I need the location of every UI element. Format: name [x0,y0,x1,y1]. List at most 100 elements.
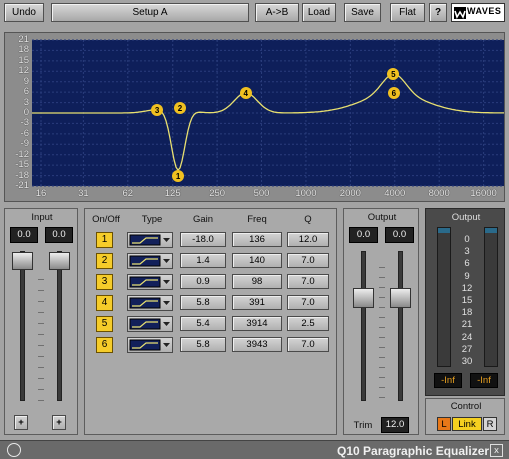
trim-label: Trim [353,420,373,431]
input-right-plus-button[interactable]: + [52,415,66,430]
graph-y-tick: -15 [15,159,29,171]
band-2-gain-field[interactable]: 1.4 [180,253,226,268]
band-5-gain-field[interactable]: 5.4 [180,316,226,331]
input-left-plus-button[interactable]: + [14,415,28,430]
band-4-freq-field[interactable]: 391 [232,295,282,310]
output-right-track [398,251,403,401]
band-6-freq-field[interactable]: 3943 [232,337,282,352]
flat-button[interactable]: Flat [390,3,425,22]
setup-name-button[interactable]: Setup A [51,3,249,22]
band-marker-2[interactable]: 2 [173,102,186,115]
fader-scale-tick [379,347,385,348]
band-marker-4[interactable]: 4 [239,86,252,99]
band-6-q-field[interactable]: 7.0 [287,337,329,352]
control-link-button[interactable]: Link [452,417,482,431]
fader-scale-tick [38,279,44,280]
graph-y-tick: 6 [23,86,29,98]
meter-scale-label: 27 [461,343,473,355]
clip-led-right[interactable] [485,228,497,233]
band-1-q-field[interactable]: 12.0 [287,232,329,247]
band-panel: On/Off Type Gain Freq Q 1 -18.0 136 12.0 2 1.… [84,208,337,435]
output-left-track [361,251,366,401]
band-5-freq-field[interactable]: 3914 [232,316,282,331]
input-title: Input [31,212,53,223]
graph-x-tick: 1000 [295,188,317,199]
band-1-gain-field[interactable]: -18.0 [180,232,226,247]
band-marker-6[interactable]: 6 [387,86,400,99]
fader-scale-tick [38,312,44,313]
help-button[interactable]: ? [429,3,447,22]
input-panel: Input 0.0 0.0 + + [4,208,78,435]
fader-scale-tick [379,377,385,378]
fader-scale-tick [38,367,44,368]
input-left-value[interactable]: 0.0 [10,227,38,243]
input-right-fader[interactable] [49,252,70,270]
band-4-q-field[interactable]: 7.0 [287,295,329,310]
save-button[interactable]: Save [344,3,381,22]
peak-readout-left[interactable]: -Inf [434,373,462,388]
fader-scale-tick [379,267,385,268]
graph-y-tick: -3 [20,117,29,129]
band-2-onoff-button[interactable]: 2 [96,253,113,269]
graph-y-tick: -9 [20,138,29,150]
band-1-type-select[interactable] [127,232,173,248]
fader-scale-tick [379,337,385,338]
control-title: Control [450,401,482,412]
graph-x-tick: 62 [122,188,134,199]
band-4-onoff-button[interactable]: 4 [96,295,113,311]
ab-compare-button[interactable]: A->B [255,3,299,22]
peak-readout-right[interactable]: -Inf [470,373,498,388]
band-2-freq-field[interactable]: 140 [232,253,282,268]
graph-x-tick: 16 [35,188,47,199]
control-right-button[interactable]: R [483,417,497,431]
control-left-button[interactable]: L [437,417,451,431]
load-button[interactable]: Load [302,3,336,22]
band-1-onoff-button[interactable]: 1 [96,232,113,248]
input-right-value[interactable]: 0.0 [45,227,73,243]
waves-mark-icon [7,443,21,457]
band-4-gain-field[interactable]: 5.8 [180,295,226,310]
band-3-gain-field[interactable]: 0.9 [180,274,226,289]
band-marker-3[interactable]: 3 [151,103,164,116]
clip-led-left[interactable] [438,228,450,233]
fader-scale-tick [379,397,385,398]
meter-scale-label: 6 [464,258,470,270]
band-4-type-select[interactable] [127,295,173,311]
fader-scale-tick [38,334,44,335]
band-marker-1[interactable]: 1 [172,169,185,182]
graph-y-tick: 21 [18,34,29,45]
header-freq: Freq [247,214,267,225]
graph-x-tick: 16000 [470,188,497,199]
band-5-type-select[interactable] [127,316,173,332]
band-6-onoff-button[interactable]: 6 [96,337,113,353]
output-right-value[interactable]: 0.0 [385,227,414,243]
eq-graph[interactable] [5,33,506,203]
input-left-fader[interactable] [12,252,33,270]
output-left-value[interactable]: 0.0 [349,227,378,243]
plugin-title: Q10 Paragraphic Equalizer [337,444,490,458]
meter-scale-label: 0 [464,234,470,245]
band-5-onoff-button[interactable]: 5 [96,316,113,332]
band-3-onoff-button[interactable]: 3 [96,274,113,290]
control-panel: Control L Link R [425,398,505,435]
band-3-type-select[interactable] [127,274,173,290]
trim-value[interactable]: 12.0 [381,417,409,433]
output-right-fader[interactable] [390,288,411,308]
band-6-gain-field[interactable]: 5.8 [180,337,226,352]
band-2-type-select[interactable] [127,253,173,269]
close-button[interactable]: x [490,444,503,457]
undo-button[interactable]: Undo [4,3,44,22]
band-5-q-field[interactable]: 2.5 [287,316,329,331]
band-3-q-field[interactable]: 7.0 [287,274,329,289]
fader-scale-tick [38,400,44,401]
output-left-fader[interactable] [353,288,374,308]
band-6-type-select[interactable] [127,337,173,353]
band-3-freq-field[interactable]: 98 [232,274,282,289]
meter-scale-label: 21 [461,319,473,331]
input-right-track [57,251,62,401]
graph-y-tick: -12 [15,148,29,160]
graph-x-tick: 2000 [339,188,361,199]
band-1-freq-field[interactable]: 136 [232,232,282,247]
graph-x-tick: 4000 [384,188,406,199]
band-2-q-field[interactable]: 7.0 [287,253,329,268]
